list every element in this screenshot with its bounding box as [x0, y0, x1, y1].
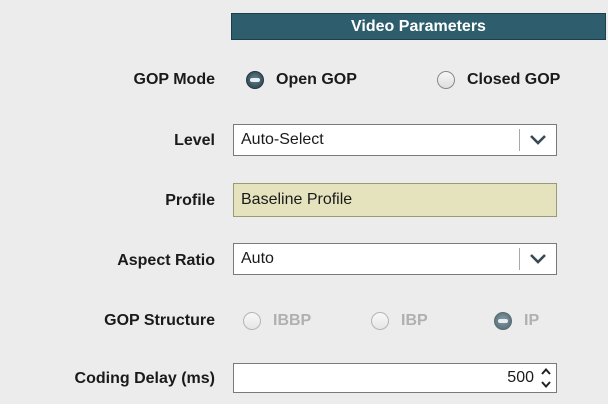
gop-structure-ibp-option: IBP [371, 312, 428, 330]
gop-structure-label: GOP Structure [104, 312, 215, 329]
level-value: Auto-Select [241, 131, 324, 148]
chevron-down-icon[interactable] [520, 134, 556, 146]
open-gop-label: Open GOP [276, 71, 357, 88]
aspect-ratio-select[interactable]: Auto [233, 243, 557, 275]
radio-unselected-icon [243, 312, 261, 330]
aspect-ratio-label: Aspect Ratio [117, 252, 215, 269]
gop-mode-label: GOP Mode [133, 71, 216, 88]
coding-delay-spinner[interactable]: 500 [233, 363, 557, 393]
ibp-label: IBP [401, 312, 428, 329]
radio-unselected-icon [371, 312, 389, 330]
gop-structure-ip-option: IP [494, 312, 539, 330]
coding-delay-label: Coding Delay (ms) [74, 370, 215, 387]
profile-label: Profile [165, 192, 215, 209]
closed-gop-label: Closed GOP [467, 71, 561, 88]
ibbp-label: IBBP [273, 312, 312, 329]
ip-label: IP [524, 312, 540, 329]
radio-unselected-icon[interactable] [437, 71, 455, 89]
profile-value: Baseline Profile [241, 191, 353, 208]
video-parameters-header: Video Parameters [231, 13, 606, 40]
gop-mode-open-option[interactable]: Open GOP [246, 71, 357, 89]
gop-structure-ibbp-option: IBBP [243, 312, 311, 330]
level-label: Level [174, 132, 215, 149]
radio-selected-icon [494, 312, 512, 330]
decrement-arrow-icon[interactable] [538, 378, 554, 391]
level-select[interactable]: Auto-Select [233, 124, 557, 156]
coding-delay-value[interactable]: 500 [234, 369, 538, 387]
profile-field: Baseline Profile [233, 183, 557, 217]
chevron-down-icon[interactable] [520, 253, 556, 265]
spinner-arrows [538, 365, 554, 391]
gop-mode-closed-option[interactable]: Closed GOP [437, 71, 560, 89]
section-title: Video Parameters [351, 17, 486, 35]
radio-selected-icon[interactable] [246, 71, 264, 89]
aspect-ratio-value: Auto [241, 250, 274, 267]
increment-arrow-icon[interactable] [538, 365, 554, 378]
